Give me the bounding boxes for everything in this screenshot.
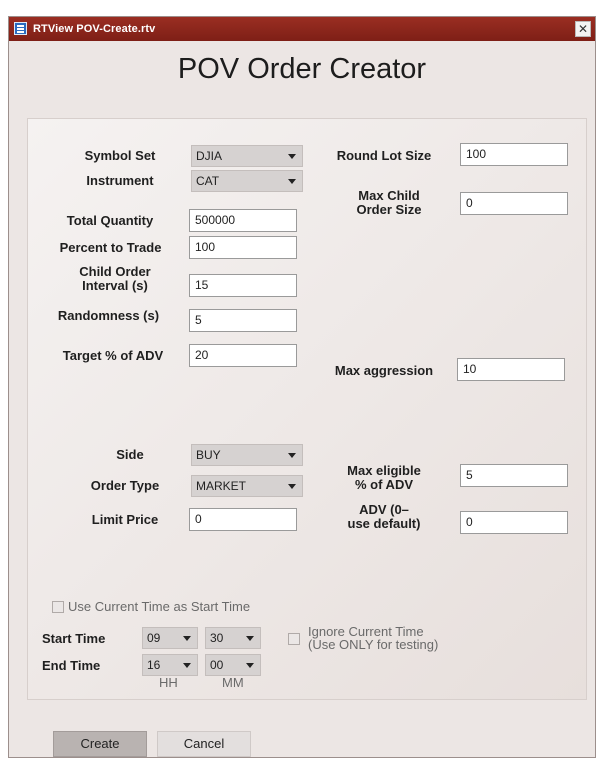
title-bar: RTView POV-Create.rtv ✕ <box>9 17 595 41</box>
limit-price-label: Limit Price <box>91 512 159 527</box>
target-pct-adv-field[interactable]: 20 <box>189 344 297 367</box>
chevron-down-icon <box>246 636 254 641</box>
child-order-interval-label-line1: Child Order <box>79 264 151 279</box>
start-time-hh-value: 09 <box>147 631 161 645</box>
max-eligible-pct-adv-label-line1: Max eligible <box>347 463 421 478</box>
start-time-mm-dropdown[interactable]: 30 <box>205 627 261 649</box>
end-time-hh-value: 16 <box>147 658 161 672</box>
ignore-current-time-checkbox[interactable] <box>288 633 300 645</box>
target-pct-adv-label: Target % of ADV <box>62 348 164 363</box>
max-aggression-label: Max aggression <box>334 363 434 378</box>
instrument-label: Instrument <box>86 173 154 188</box>
end-time-mm-dropdown[interactable]: 00 <box>205 654 261 676</box>
start-time-mm-value: 30 <box>210 631 224 645</box>
side-label: Side <box>116 447 144 462</box>
percent-to-trade-label: Percent to Trade <box>59 240 162 255</box>
end-time-label: End Time <box>42 658 101 673</box>
instrument-value: CAT <box>196 174 220 188</box>
create-button[interactable]: Create <box>53 731 147 757</box>
order-type-value: MARKET <box>196 479 247 493</box>
start-time-hh-dropdown[interactable]: 09 <box>142 627 198 649</box>
page-title: POV Order Creator <box>177 53 427 85</box>
randomness-field[interactable]: 5 <box>189 309 297 332</box>
order-type-label: Order Type <box>90 478 160 493</box>
adv-label-line2: use default) <box>347 516 421 531</box>
ignore-current-time-label-line2: (Use ONLY for testing) <box>308 637 439 652</box>
child-order-interval-field[interactable]: 15 <box>189 274 297 297</box>
symbol-set-dropdown[interactable]: DJIA <box>191 145 303 167</box>
end-time-hh-dropdown[interactable]: 16 <box>142 654 198 676</box>
chevron-down-icon <box>183 636 191 641</box>
order-form-panel: Symbol Set DJIA Instrument CAT Total Qua… <box>27 118 587 700</box>
max-eligible-pct-adv-label-line2: % of ADV <box>354 477 414 492</box>
start-time-label: Start Time <box>42 631 106 646</box>
chevron-down-icon <box>288 453 296 458</box>
use-current-time-checkbox[interactable] <box>52 601 64 613</box>
max-child-order-size-label-line1: Max Child <box>358 188 420 203</box>
chevron-down-icon <box>183 663 191 668</box>
round-lot-size-field[interactable]: 100 <box>460 143 568 166</box>
pov-create-window: RTView POV-Create.rtv ✕ POV Order Creato… <box>8 16 596 758</box>
chevron-down-icon <box>246 663 254 668</box>
percent-to-trade-field[interactable]: 100 <box>189 236 297 259</box>
max-eligible-pct-adv-field[interactable]: 5 <box>460 464 568 487</box>
chevron-down-icon <box>288 154 296 159</box>
window-title: RTView POV-Create.rtv <box>33 23 156 35</box>
symbol-set-value: DJIA <box>196 149 223 163</box>
close-button[interactable]: ✕ <box>575 21 591 37</box>
total-quantity-field[interactable]: 500000 <box>189 209 297 232</box>
side-dropdown[interactable]: BUY <box>191 444 303 466</box>
end-time-mm-value: 00 <box>210 658 224 672</box>
max-child-order-size-field[interactable]: 0 <box>460 192 568 215</box>
chevron-down-icon <box>288 179 296 184</box>
adv-field[interactable]: 0 <box>460 511 568 534</box>
max-child-order-size-label-line2: Order Size <box>356 202 422 217</box>
app-icon <box>14 22 27 35</box>
cancel-button[interactable]: Cancel <box>157 731 251 757</box>
order-type-dropdown[interactable]: MARKET <box>191 475 303 497</box>
chevron-down-icon <box>288 484 296 489</box>
side-value: BUY <box>196 448 221 462</box>
mm-label: MM <box>222 675 244 690</box>
limit-price-field[interactable]: 0 <box>189 508 297 531</box>
hh-label: HH <box>159 675 178 690</box>
round-lot-size-label: Round Lot Size <box>336 148 432 163</box>
use-current-time-label: Use Current Time as Start Time <box>68 599 251 614</box>
randomness-label: Randomness (s) <box>57 308 160 323</box>
symbol-set-label: Symbol Set <box>84 148 156 163</box>
total-quantity-label: Total Quantity <box>66 213 154 228</box>
max-aggression-field[interactable]: 10 <box>457 358 565 381</box>
adv-label-line1: ADV (0– <box>359 502 409 517</box>
child-order-interval-label-line2: Interval (s) <box>82 278 148 293</box>
instrument-dropdown[interactable]: CAT <box>191 170 303 192</box>
